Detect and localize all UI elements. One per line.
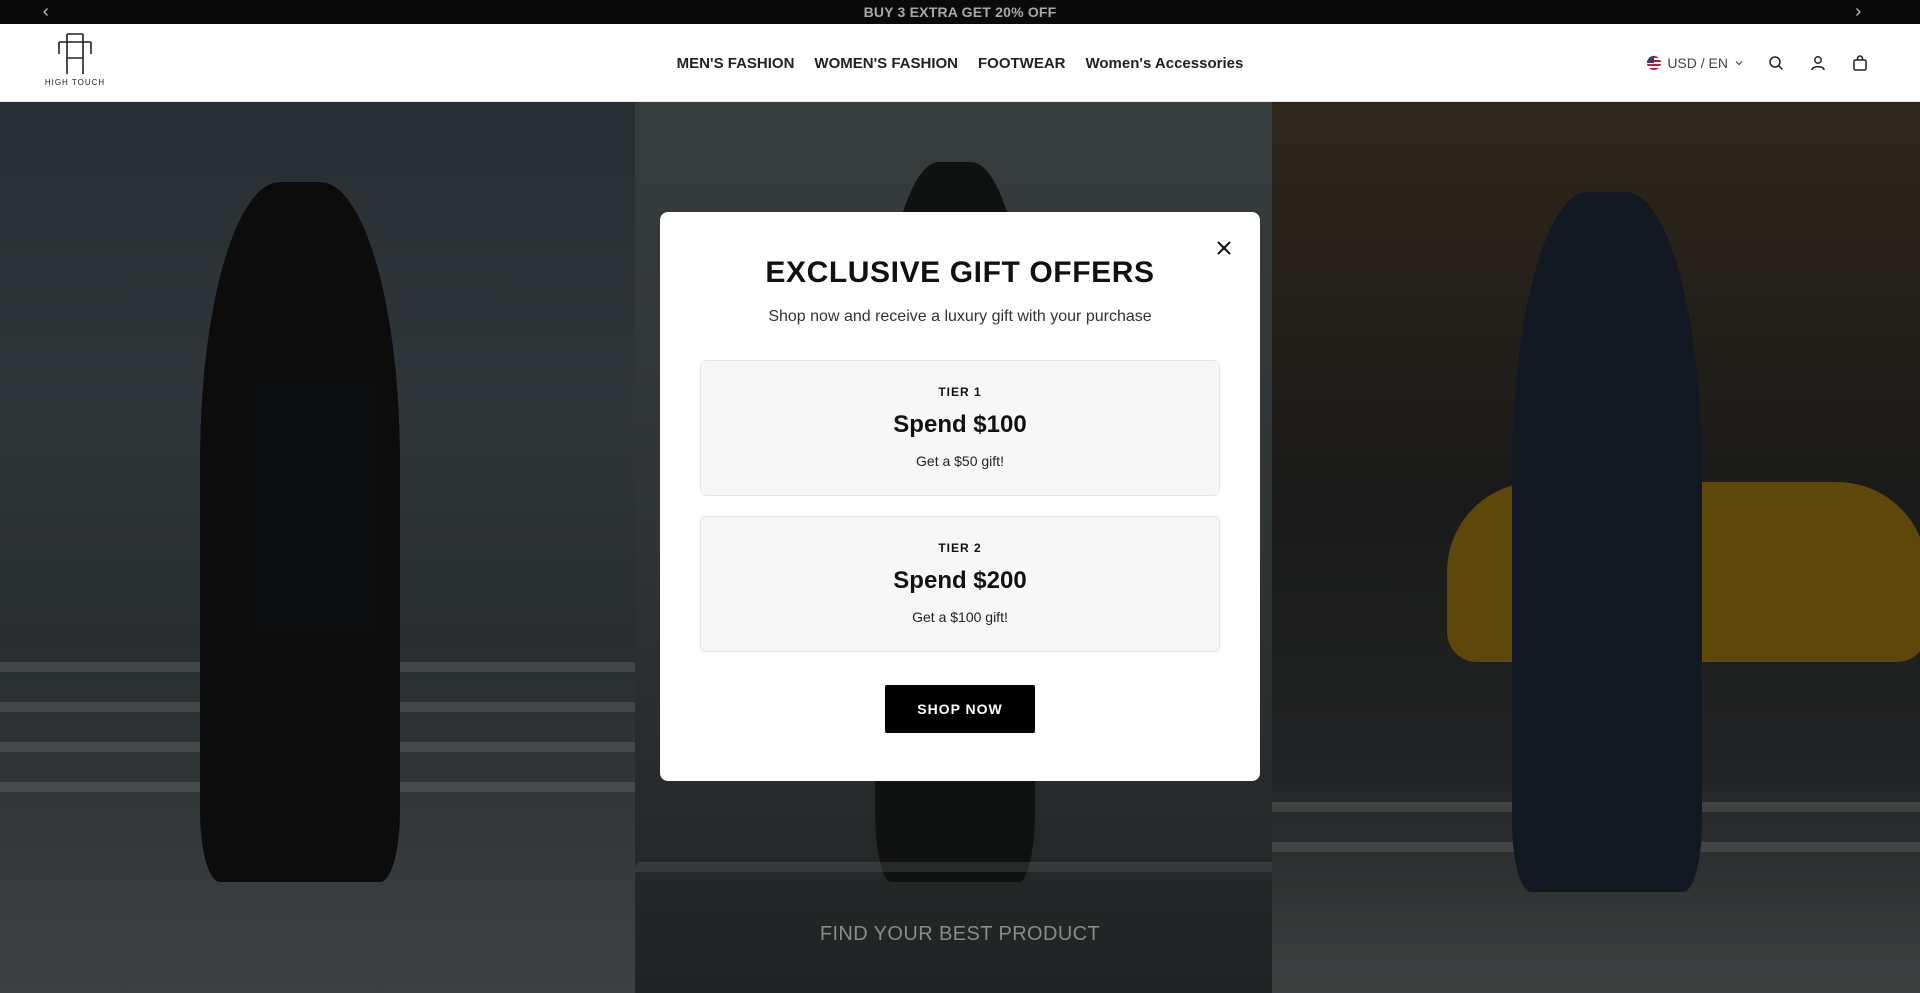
gift-offers-modal: EXCLUSIVE GIFT OFFERS Shop now and recei…	[660, 212, 1260, 781]
nav-item-mens-fashion[interactable]: MEN'S FASHION	[677, 55, 795, 72]
shop-now-button[interactable]: SHOP NOW	[885, 685, 1035, 733]
tier-description: Get a $50 gift!	[916, 453, 1004, 469]
header-actions: USD / EN	[1647, 24, 1870, 102]
tier-card-2: TIER 2 Spend $200 Get a $100 gift!	[700, 516, 1220, 652]
chevron-right-icon[interactable]	[1846, 0, 1870, 24]
account-icon[interactable]	[1808, 53, 1828, 73]
currency-selector[interactable]: USD / EN	[1647, 55, 1744, 71]
tier-card-1: TIER 1 Spend $100 Get a $50 gift!	[700, 360, 1220, 496]
modal-title: EXCLUSIVE GIFT OFFERS	[765, 256, 1155, 289]
site-header: HIGH TOUCH MEN'S FASHION WOMEN'S FASHION…	[0, 24, 1920, 102]
logo[interactable]: HIGH TOUCH	[40, 30, 110, 92]
tier-description: Get a $100 gift!	[912, 609, 1008, 625]
tier-label: TIER 1	[938, 385, 982, 399]
us-flag-icon	[1647, 56, 1662, 70]
currency-label: USD / EN	[1667, 55, 1728, 71]
logo-mark-icon	[58, 33, 92, 74]
hero-caption: FIND YOUR BEST PRODUCT	[819, 923, 1101, 945]
nav-item-womens-fashion[interactable]: WOMEN'S FASHION	[814, 55, 958, 72]
cart-icon[interactable]	[1850, 53, 1870, 73]
tier-amount: Spend $200	[893, 567, 1027, 594]
tier-label: TIER 2	[938, 541, 982, 555]
nav-item-womens-accessories[interactable]: Women's Accessories	[1086, 55, 1244, 72]
announcement-bar: BUY 3 EXTRA GET 20% OFF	[0, 0, 1920, 24]
logo-text: HIGH TOUCH	[44, 78, 106, 87]
announcement-text: BUY 3 EXTRA GET 20% OFF	[863, 4, 1057, 20]
modal-subtitle: Shop now and receive a luxury gift with …	[768, 308, 1152, 325]
chevron-left-icon[interactable]	[34, 0, 58, 24]
nav-item-footwear[interactable]: FOOTWEAR	[978, 55, 1066, 72]
tier-amount: Spend $100	[893, 411, 1027, 438]
main-nav: MEN'S FASHION WOMEN'S FASHION FOOTWEAR W…	[0, 24, 1920, 102]
chevron-down-icon	[1735, 61, 1743, 66]
search-icon[interactable]	[1766, 53, 1786, 73]
